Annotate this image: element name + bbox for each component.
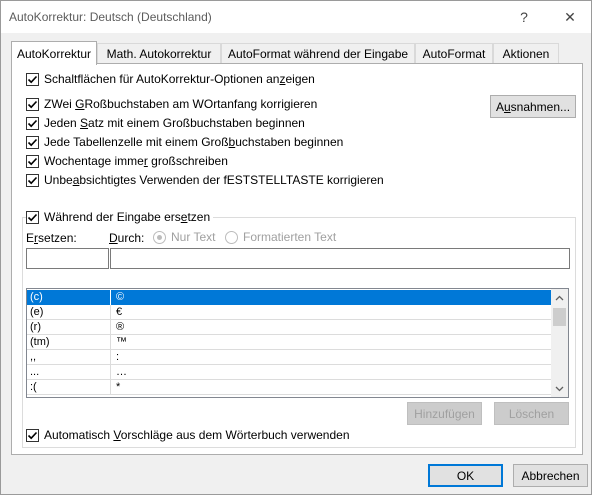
replace-as-you-type-option[interactable]: Während der Eingabe ersetzen — [26, 209, 214, 225]
tab-label: AutoKorrektur — [16, 46, 92, 61]
checkbox[interactable] — [26, 97, 39, 111]
check-mark-icon — [27, 75, 38, 83]
window-title: AutoKorrektur: Deutsch (Deutschland) — [9, 10, 212, 24]
check-mark-icon — [27, 100, 38, 108]
title-bar: AutoKorrektur: Deutsch (Deutschland) ? ✕ — [1, 1, 591, 33]
checkbox[interactable] — [26, 72, 39, 86]
option-label: ZWei GRoßbuchstaben am WOrtanfang korrig… — [44, 97, 318, 111]
option-label: Automatisch Vorschläge aus dem Wörterbuc… — [44, 428, 350, 442]
dictionary-suggestions-option[interactable]: Automatisch Vorschläge aus dem Wörterbuc… — [26, 427, 350, 443]
radio-button[interactable] — [225, 230, 238, 244]
ok-button[interactable]: OK — [428, 464, 503, 487]
tab-math-autokorrektur[interactable]: Math. Autokorrektur — [97, 43, 221, 64]
replace-label: Ersetzen: — [26, 231, 77, 245]
checkbox[interactable] — [26, 116, 39, 130]
with-label: Durch: — [109, 231, 145, 245]
capitalize-sentence-option[interactable]: Jeden Satz mit einem Großbuchstaben begi… — [26, 115, 305, 131]
checkbox[interactable] — [26, 173, 39, 187]
chevron-up-icon — [555, 295, 564, 300]
two-initial-caps-option[interactable]: ZWei GRoßbuchstaben am WOrtanfang korrig… — [26, 96, 317, 112]
tab-label: Aktionen — [502, 47, 550, 61]
checkbox[interactable] — [26, 428, 39, 442]
delete-button[interactable]: Löschen — [494, 402, 569, 425]
close-icon: ✕ — [564, 8, 576, 25]
checkbox[interactable] — [26, 154, 39, 168]
plain-text-option[interactable]: Nur Text — [153, 230, 215, 244]
radio-label: Formatierten Text — [243, 230, 337, 244]
help-icon: ? — [520, 9, 528, 25]
tab-aktionen[interactable]: Aktionen — [493, 43, 559, 64]
scroll-thumb[interactable] — [553, 308, 566, 326]
cancel-button[interactable]: Abbrechen — [513, 464, 588, 487]
caps-lock-correction-option[interactable]: Unbeabsichtigtes Verwenden der fESTSTELL… — [26, 172, 384, 188]
replacement-list[interactable]: (c) © (e) € (r) ® (tm) ™ ,,: ...… :(* — [26, 288, 569, 398]
chevron-down-icon — [555, 386, 564, 391]
capitalize-weekdays-option[interactable]: Wochentage immer großschreiben — [26, 153, 228, 169]
list-item[interactable]: ...… — [27, 365, 551, 380]
show-options-buttons-option[interactable]: Schaltflächen für AutoKorrektur-Optionen… — [26, 71, 315, 87]
checkbox[interactable] — [26, 135, 39, 149]
tab-autoformat[interactable]: AutoFormat — [415, 43, 493, 64]
option-label: Jeden Satz mit einem Großbuchstaben begi… — [44, 116, 305, 130]
option-label: Während der Eingabe ersetzen — [44, 210, 211, 224]
list-item[interactable]: (tm) ™ — [27, 335, 551, 350]
capitalize-table-cell-option[interactable]: Jede Tabellenzelle mit einem Großbuchsta… — [26, 134, 343, 150]
check-mark-icon — [27, 213, 38, 221]
autocorrect-dialog: AutoKorrektur: Deutsch (Deutschland) ? ✕… — [0, 0, 592, 495]
check-mark-icon — [27, 157, 38, 165]
add-button[interactable]: Hinzufügen — [407, 402, 482, 425]
option-label: Jede Tabellenzelle mit einem Großbuchsta… — [44, 135, 344, 149]
tab-strip: AutoKorrektur Math. Autokorrektur AutoFo… — [11, 41, 583, 65]
option-label: Wochentage immer großschreiben — [44, 154, 228, 168]
check-mark-icon — [27, 119, 38, 127]
exceptions-button[interactable]: Au snahmen... — [490, 95, 576, 118]
check-mark-icon — [27, 176, 38, 184]
radio-button[interactable] — [153, 230, 166, 244]
formatted-text-option[interactable]: Formatierten Text — [225, 230, 336, 244]
with-input[interactable] — [110, 248, 570, 269]
replace-input[interactable] — [26, 248, 109, 269]
checkbox[interactable] — [26, 210, 39, 224]
list-item[interactable]: (e) € — [27, 305, 551, 320]
tab-autokorrektur[interactable]: AutoKorrektur — [11, 41, 97, 65]
check-mark-icon — [27, 431, 38, 439]
list-scrollbar[interactable] — [551, 289, 568, 397]
help-button[interactable]: ? — [501, 1, 547, 33]
tab-panel-autokorrektur: Schaltflächen für AutoKorrektur-Optionen… — [11, 63, 583, 455]
tab-label: Math. Autokorrektur — [106, 47, 212, 61]
tab-label: AutoFormat während der Eingabe — [227, 47, 409, 61]
list-item[interactable]: :(* — [27, 380, 551, 395]
tab-autoformat-typing[interactable]: AutoFormat während der Eingabe — [221, 43, 415, 64]
scroll-down-button[interactable] — [551, 380, 568, 397]
close-button[interactable]: ✕ — [547, 1, 592, 33]
tab-label: AutoFormat — [422, 47, 486, 61]
option-label: Unbeabsichtigtes Verwenden der fESTSTELL… — [44, 173, 384, 187]
scroll-up-button[interactable] — [551, 289, 568, 306]
list-item[interactable]: (r) ® — [27, 320, 551, 335]
list-item[interactable]: ,,: — [27, 350, 551, 365]
list-item[interactable]: (c) © — [27, 290, 551, 305]
radio-label: Nur Text — [171, 230, 216, 244]
option-label: Schaltflächen für AutoKorrektur-Optionen… — [44, 72, 315, 86]
check-mark-icon — [27, 138, 38, 146]
